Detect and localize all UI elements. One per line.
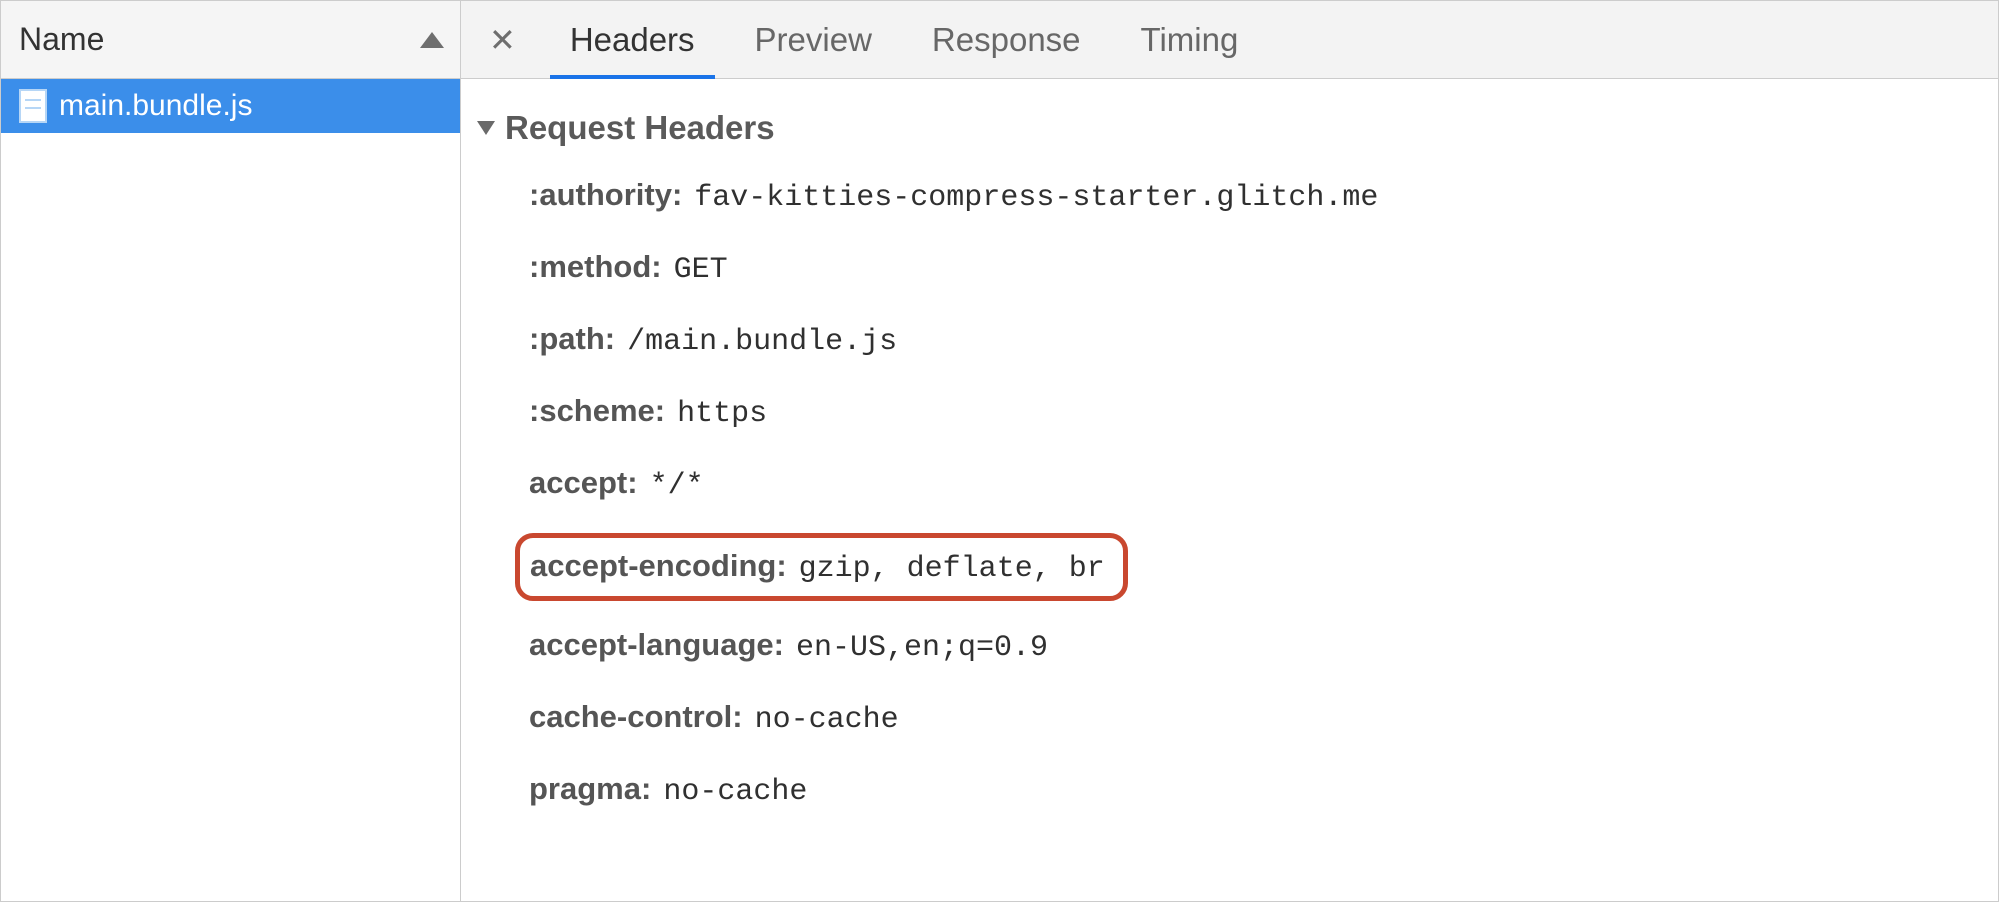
header-key: :path [529, 317, 627, 360]
header-value: gzip, deflate, br [799, 548, 1105, 590]
header-row-accept-language: accept-language en-US,en;q=0.9 [529, 623, 1978, 669]
headers-detail-body: Request Headers :authority fav-kitties-c… [461, 79, 1998, 901]
header-row-cache-control: cache-control no-cache [529, 695, 1978, 741]
request-headers-list: :authority fav-kitties-compress-starter.… [475, 173, 1978, 813]
header-row-method: :method GET [529, 245, 1978, 291]
header-value: no-cache [755, 699, 899, 741]
chevron-down-icon [477, 121, 495, 135]
request-headers-section-toggle[interactable]: Request Headers [475, 109, 1978, 147]
header-key: cache-control [529, 695, 755, 738]
tab-timing-label: Timing [1141, 21, 1239, 59]
header-row-accept: accept */* [529, 461, 1978, 507]
header-row-pragma: pragma no-cache [529, 767, 1978, 813]
tab-headers[interactable]: Headers [540, 1, 725, 78]
tab-preview-label: Preview [755, 21, 872, 59]
devtools-network-panel: Name main.bundle.js ✕ Headers Preview Re… [0, 0, 1999, 902]
header-value: https [677, 393, 767, 435]
header-value: no-cache [663, 771, 807, 813]
tab-timing[interactable]: Timing [1111, 1, 1269, 78]
name-column-label: Name [19, 21, 104, 58]
header-key: :authority [529, 173, 694, 216]
header-key: accept-encoding [530, 544, 799, 587]
header-key: :method [529, 245, 674, 288]
header-row-accept-encoding-highlighted: accept-encoding gzip, deflate, br [515, 533, 1128, 601]
header-key: accept [529, 461, 650, 504]
request-file-name: main.bundle.js [59, 89, 252, 123]
header-key: pragma [529, 767, 663, 810]
tab-response[interactable]: Response [902, 1, 1111, 78]
tab-headers-label: Headers [570, 21, 695, 59]
script-file-icon [19, 89, 47, 123]
detail-pane: ✕ Headers Preview Response Timing Reques… [461, 1, 1998, 901]
detail-tab-bar: ✕ Headers Preview Response Timing [461, 1, 1998, 79]
tab-preview[interactable]: Preview [725, 1, 902, 78]
tab-response-label: Response [932, 21, 1081, 59]
requests-pane: Name main.bundle.js [1, 1, 461, 901]
header-row-scheme: :scheme https [529, 389, 1978, 435]
name-column-header[interactable]: Name [1, 1, 460, 79]
header-value: GET [674, 249, 728, 291]
header-value: /main.bundle.js [627, 321, 897, 363]
request-headers-title: Request Headers [505, 109, 775, 147]
header-key: accept-language [529, 623, 796, 666]
header-value: en-US,en;q=0.9 [796, 627, 1048, 669]
header-row-authority: :authority fav-kitties-compress-starter.… [529, 173, 1978, 219]
header-value: */* [650, 465, 704, 507]
header-value: fav-kitties-compress-starter.glitch.me [694, 177, 1378, 219]
sort-ascending-icon [420, 32, 444, 48]
close-icon[interactable]: ✕ [481, 24, 540, 56]
request-row-main-bundle[interactable]: main.bundle.js [1, 79, 460, 133]
header-key: :scheme [529, 389, 677, 432]
header-row-path: :path /main.bundle.js [529, 317, 1978, 363]
request-list: main.bundle.js [1, 79, 460, 901]
